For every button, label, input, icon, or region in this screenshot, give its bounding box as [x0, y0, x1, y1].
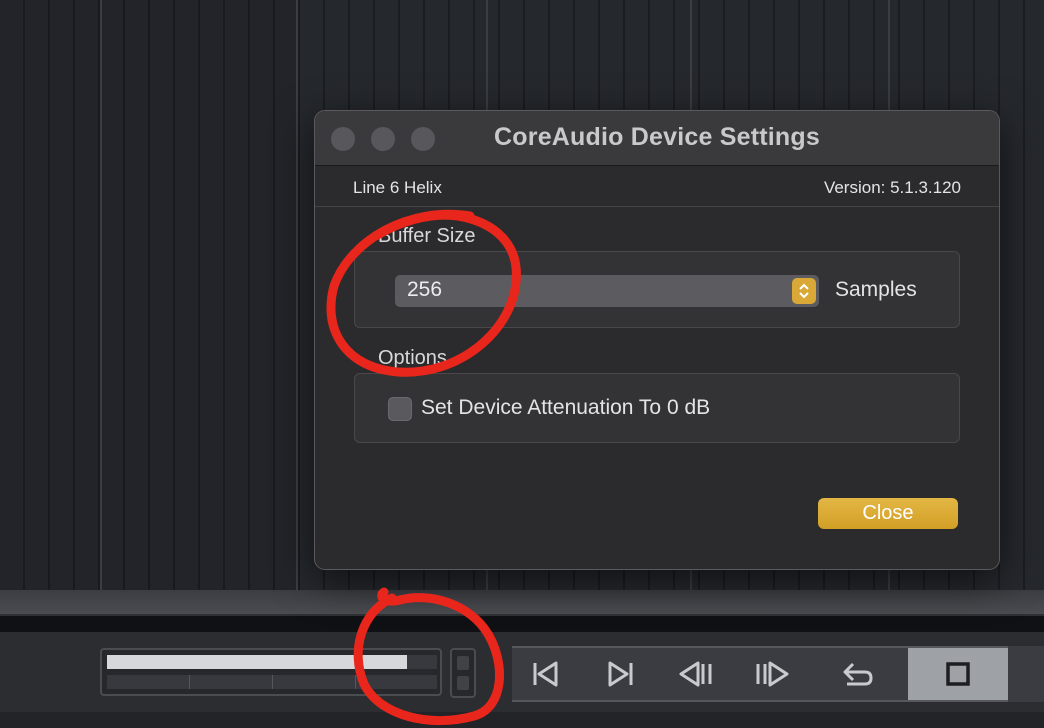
panel-divider[interactable]	[0, 590, 1044, 614]
rewind-to-start-icon	[533, 661, 558, 687]
status-strip	[0, 712, 1044, 728]
device-name: Line 6 Helix	[353, 178, 442, 197]
dialog-titlebar[interactable]: CoreAudio Device Settings	[315, 111, 999, 166]
loop-icon	[843, 662, 873, 686]
meter-lane-top	[107, 655, 437, 669]
meter-tick	[355, 675, 356, 689]
meter-lane-bottom	[107, 675, 437, 689]
bar-line	[100, 0, 102, 590]
select-stepper-icon	[792, 278, 816, 304]
dialog-title: CoreAudio Device Settings	[494, 123, 820, 151]
step-forward-icon	[756, 661, 789, 687]
indicator-led	[457, 676, 469, 690]
meter-indicator	[450, 648, 476, 698]
stop-icon	[946, 662, 970, 686]
device-info-row: Line 6 Helix Version: 5.1.3.120	[315, 166, 999, 207]
buffer-size-select[interactable]: 256	[395, 275, 819, 307]
skip-forward-icon	[608, 661, 633, 687]
buffer-size-label: Buffer Size	[378, 225, 476, 247]
attenuation-checkbox[interactable]	[388, 397, 412, 421]
meter-tick	[272, 675, 273, 689]
step-back-button[interactable]	[666, 648, 726, 700]
track-area-shade	[0, 0, 300, 590]
bar-line	[296, 0, 298, 590]
buffer-size-unit: Samples	[835, 278, 917, 301]
meter-fill	[107, 655, 408, 669]
performance-meter	[100, 648, 442, 696]
attenuation-checkbox-label[interactable]: Set Device Attenuation To 0 dB	[421, 396, 710, 420]
step-forward-button[interactable]	[742, 648, 802, 700]
rewind-to-start-button[interactable]	[515, 648, 575, 700]
meter-tick	[189, 675, 190, 689]
stop-button[interactable]	[908, 648, 1008, 700]
options-label: Options	[378, 347, 447, 369]
driver-version: Version: 5.1.3.120	[823, 178, 961, 197]
close-button[interactable]: Close	[818, 498, 958, 529]
coreaudio-settings-dialog: CoreAudio Device Settings Line 6 Helix V…	[314, 110, 1000, 570]
panel-divider-dark	[0, 614, 1044, 634]
step-back-icon	[679, 661, 712, 687]
transport-bar-end	[1008, 646, 1044, 702]
indicator-led	[457, 656, 469, 670]
loop-button[interactable]	[828, 648, 888, 700]
skip-forward-button[interactable]	[591, 648, 651, 700]
buffer-size-value: 256	[407, 278, 443, 301]
